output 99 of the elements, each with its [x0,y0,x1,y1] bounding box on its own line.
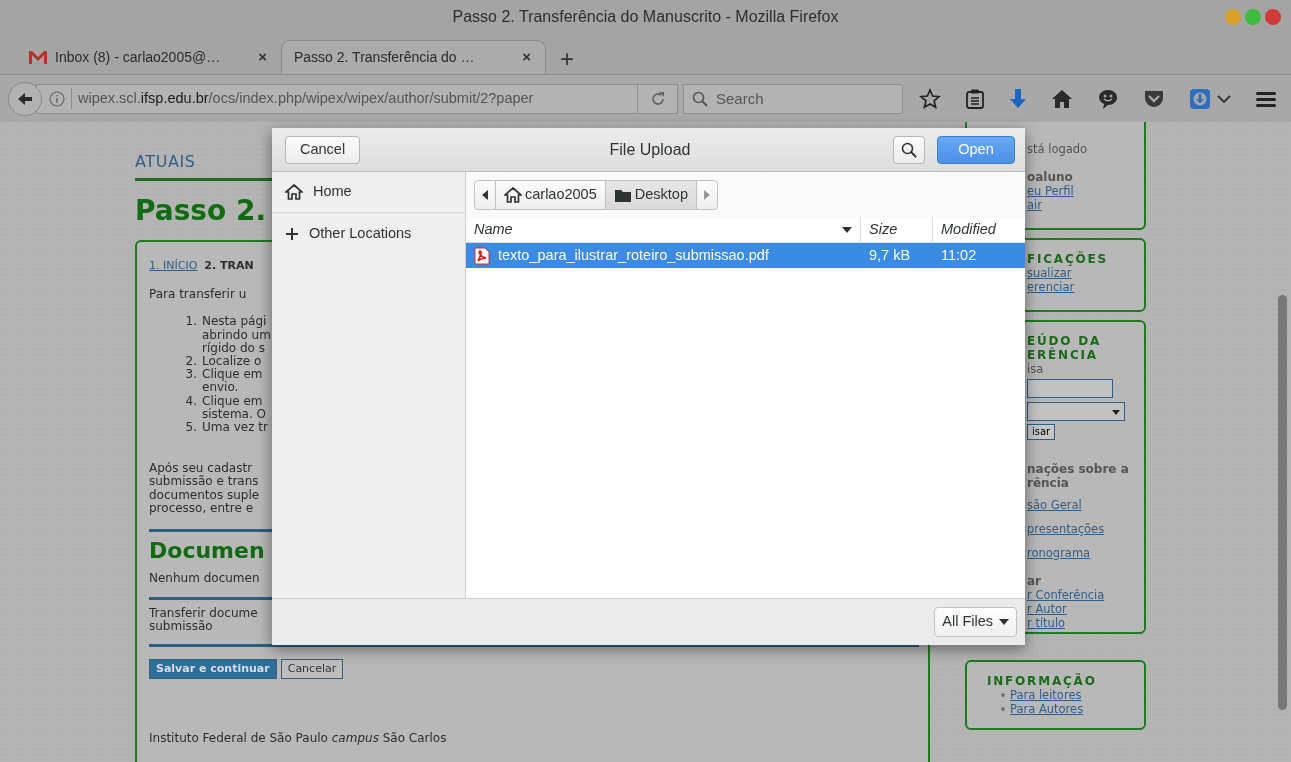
home-icon [504,187,522,203]
upload-label: Transferir docume submissão [149,607,258,634]
column-header[interactable]: Size [861,218,933,242]
folder-icon [613,187,632,203]
column-header[interactable]: Name [466,218,861,242]
sidebar-link[interactable]: Para Autores [1010,702,1084,716]
sidebar-link[interactable]: air [1027,198,1138,212]
path-button[interactable]: carlao2005 [495,180,606,210]
sidebar-item[interactable]: Other Locations [272,213,465,254]
intro-text: Para transferir u [149,288,247,302]
scroll-left-button[interactable] [474,180,496,210]
breadcrumb-link[interactable]: 1. INÍCIO [149,257,198,275]
section-heading: EÚDO DA [1027,334,1103,348]
list-number: 5. [184,420,197,435]
sort-arrow-icon [842,227,852,233]
list-number: 1. [184,315,197,331]
menu-icon[interactable] [1255,89,1277,108]
search-input[interactable]: Search [714,89,894,108]
info-text: isa [1027,362,1045,376]
step-text: Clique em envio. [202,368,263,395]
info-icon [49,90,65,107]
search-button[interactable]: isar [1027,424,1056,440]
save-button[interactable]: Salvar e continuar [149,658,277,680]
sidebar-link[interactable]: erenciar [1027,280,1138,294]
arrow-left-icon [482,190,488,200]
sidebar-link[interactable]: eu Perfil [1027,184,1138,198]
file-row[interactable]: texto_para_ilustrar_roteiro_submissao.pdf 9,7 kB 11:02 [466,243,1025,268]
step-text: Localize o [202,354,262,368]
scroll-right-button[interactable] [695,180,718,210]
section-label: ar [1027,574,1042,588]
scrollbar-thumb[interactable] [1278,295,1287,710]
arrow-right-icon [703,190,710,200]
section-heading: Documen [149,538,265,564]
pdf-file-icon [474,246,490,265]
section-heading: ERÊNCIA [1027,348,1099,362]
file-type-dropdown[interactable]: All Files [934,607,1017,637]
sidebar-link[interactable]: presentações [1027,522,1138,536]
dialog-title: File Upload [609,139,691,160]
bullet-icon [1001,693,1005,697]
page-title: Passo 2. [135,194,267,228]
pocket-icon[interactable] [1143,88,1165,109]
list-number: 4. [184,394,197,410]
caret-icon [1111,407,1121,416]
sidebar-link[interactable]: r título [1027,616,1138,630]
open-button[interactable]: Open [937,135,1015,164]
step-text: Uma vez tr [202,420,268,435]
bullet-icon [1001,707,1005,711]
back-button[interactable] [8,81,42,116]
cancel-button[interactable]: Cancelar [280,658,344,680]
breadcrumb-current: 2. TRAN [204,257,254,274]
sidebar-item[interactable]: Home [272,172,465,213]
plus-icon [285,226,299,241]
address-text: Instituto Federal de São Paulo campus São Carlos [149,731,447,746]
reload-button[interactable] [638,83,678,114]
section-heading: INFORMAÇÃO [987,674,1098,688]
sidebar-link[interactable]: sualizar [1027,266,1138,280]
mail-icon [28,49,48,65]
browser-tab[interactable]: Passo 2. Transferência do … × [281,40,546,74]
column-header[interactable]: Modified [933,218,1025,242]
arrow-left-icon [17,91,33,106]
close-tab-button[interactable]: × [520,46,533,69]
select-field[interactable] [1027,402,1125,421]
star-icon[interactable] [919,87,941,110]
step-text: Nesta pági abrindo um rígido do s [202,315,271,355]
reload-icon [649,90,666,107]
step-text: Clique em sistema. O [202,394,267,421]
list-number: 2. [184,354,197,369]
browser-tab[interactable]: Inbox (8) - carlao2005@… × [16,40,281,74]
home-icon [285,184,303,200]
sidebar-link[interactable]: r Conferência [1027,588,1138,602]
section-label: oaluno [1027,170,1074,184]
caret-down-icon [999,619,1009,625]
clipboard-icon[interactable] [965,87,985,110]
section-label: nações sobre a [1027,462,1130,476]
sidebar-link[interactable]: Para leitores [1010,688,1082,702]
section-heading: FICAÇÕES [1027,252,1109,266]
cancel-button[interactable]: Cancel [285,135,361,164]
close-tab-button[interactable]: × [256,45,269,69]
search-field[interactable]: Search [683,83,903,114]
home-icon[interactable] [1051,88,1073,109]
chat-bubble-icon[interactable] [1097,87,1119,110]
paragraph: Após seu cadastr submissão e trans documentos suple processo, entre e [149,462,260,515]
search-icon [692,90,708,107]
address-bar[interactable]: wipex.scl.ifsp.edu.br/ocs/index.php/wipex/wipex/author/submit/2?paper [36,83,638,114]
list-number: 3. [184,368,197,384]
new-tab-button[interactable]: + [554,46,580,72]
nav-link[interactable]: ATUAIS [135,150,196,174]
path-button[interactable]: Desktop [604,180,697,210]
chevron-down-icon[interactable] [1217,93,1231,104]
empty-message: Nenhum documen [149,570,260,588]
sidebar-link[interactable]: ronograma [1027,546,1138,560]
section-label: rência [1027,476,1070,490]
sidebar-link[interactable]: são Geral [1027,498,1138,512]
window-title: Passo 2. Transferência do Manuscrito - Mozilla Firefox [452,7,839,27]
sidebar-link[interactable]: r Autor [1027,602,1138,616]
info-text: stá logado [1027,142,1089,156]
search-button[interactable] [893,135,925,164]
search-icon [901,141,917,158]
search-input[interactable] [1027,379,1113,398]
